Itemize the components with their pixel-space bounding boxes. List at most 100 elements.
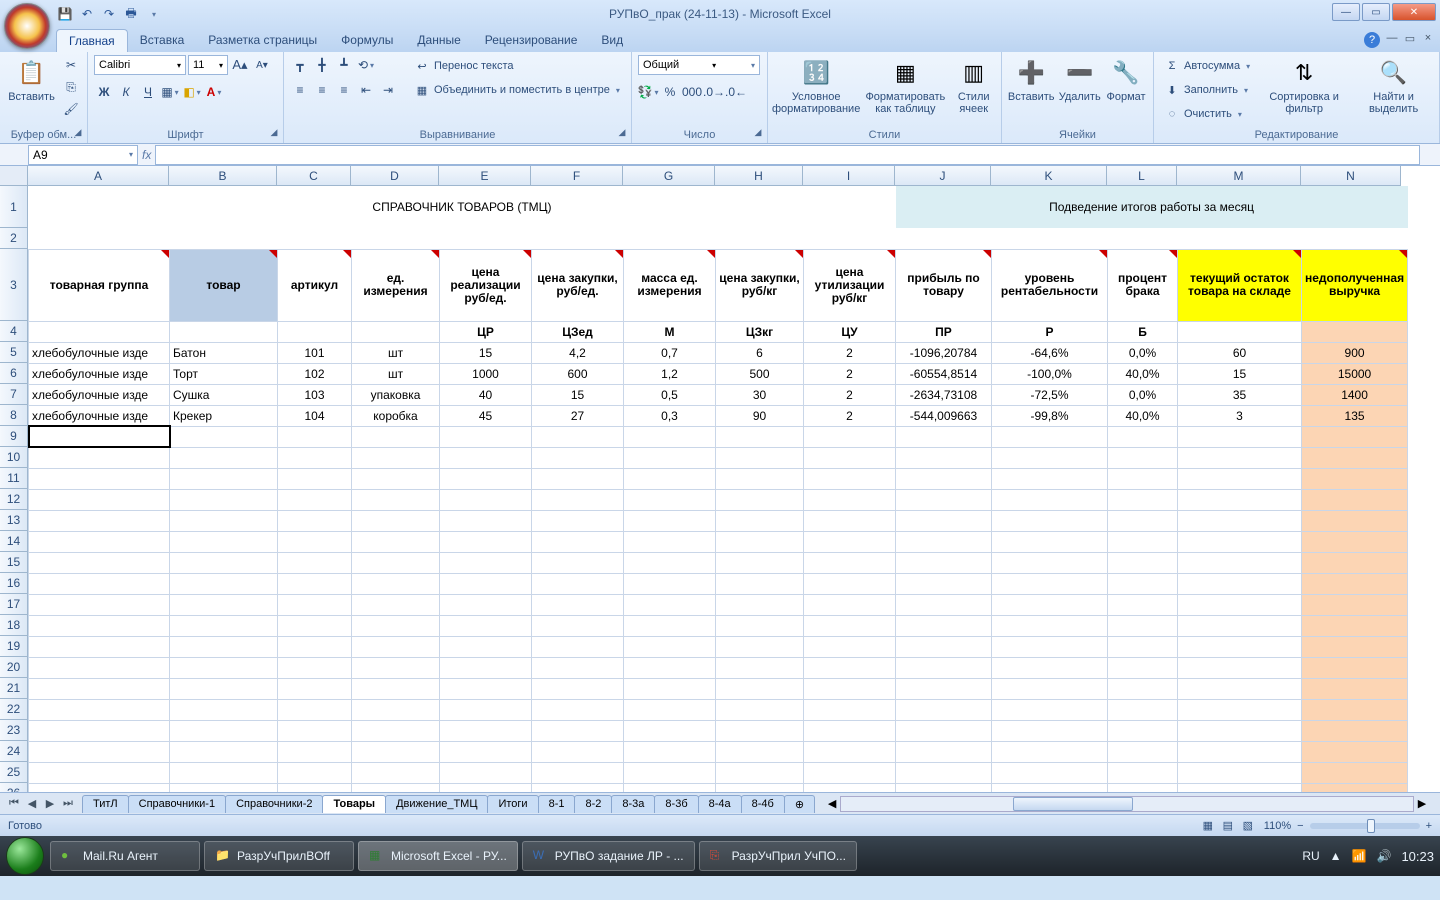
row-header[interactable]: 18 (0, 615, 28, 636)
bold-button[interactable]: Ж (94, 82, 114, 102)
column-header[interactable]: M (1177, 166, 1301, 186)
ribbon-tab[interactable]: Главная (56, 29, 128, 52)
format-cells-button[interactable]: 🔧Формат (1105, 55, 1147, 105)
qat-customize-icon[interactable] (144, 5, 162, 23)
tray-flag-icon[interactable]: ▲ (1330, 849, 1342, 863)
align-bottom-icon[interactable]: ┻ (334, 55, 354, 75)
conditional-format-button[interactable]: 🔢Условное форматирование (774, 55, 858, 117)
wrap-text-button[interactable]: ↩Перенос текста (410, 55, 624, 77)
row-header[interactable]: 7 (0, 384, 28, 405)
find-select-button[interactable]: 🔍Найти и выделить (1354, 55, 1433, 117)
select-all-corner[interactable] (0, 166, 28, 186)
number-launcher-icon[interactable]: ◢ (751, 127, 765, 141)
percent-icon[interactable]: % (660, 82, 680, 102)
row-header[interactable]: 19 (0, 636, 28, 657)
wb-close-button[interactable]: × (1420, 32, 1436, 46)
ribbon-tab[interactable]: Вставка (128, 29, 197, 52)
row-header[interactable]: 15 (0, 552, 28, 573)
comma-icon[interactable]: 000 (682, 82, 702, 102)
taskbar-app-button[interactable]: ⎘РазрУчПрил УчПО... (699, 841, 857, 871)
number-format-combo[interactable]: Общий▾ (638, 55, 760, 75)
font-color-icon[interactable]: A (204, 82, 224, 102)
sheet-tab[interactable]: 8-4а (698, 795, 742, 813)
underline-button[interactable]: Ч (138, 82, 158, 102)
row-header[interactable]: 10 (0, 447, 28, 468)
row-header[interactable]: 14 (0, 531, 28, 552)
row-header[interactable]: 13 (0, 510, 28, 531)
font-name-combo[interactable]: Calibri▾ (94, 55, 186, 75)
zoom-out-button[interactable]: − (1297, 820, 1303, 832)
row-header[interactable]: 26 (0, 783, 28, 792)
column-header[interactable]: F (531, 166, 623, 186)
column-header[interactable]: K (991, 166, 1107, 186)
ribbon-tab[interactable]: Формулы (329, 29, 405, 52)
sheet-tab[interactable]: Товары (322, 795, 386, 813)
cells-table[interactable]: СПРАВОЧНИК ТОВАРОВ (ТМЦ)Подведение итого… (28, 186, 1408, 792)
clear-button[interactable]: ◌Очистить (1160, 103, 1254, 125)
alignment-launcher-icon[interactable]: ◢ (615, 127, 629, 141)
shrink-font-icon[interactable]: A▾ (252, 55, 272, 75)
column-header[interactable]: A (28, 166, 169, 186)
help-icon[interactable]: ? (1364, 32, 1380, 48)
row-header[interactable]: 20 (0, 657, 28, 678)
ribbon-tab[interactable]: Вид (589, 29, 635, 52)
paste-button[interactable]: 📋 Вставить (6, 55, 57, 105)
save-icon[interactable]: 💾 (56, 5, 74, 23)
merge-center-button[interactable]: ▦Объединить и поместить в центре (410, 79, 624, 101)
sheet-tab[interactable]: 8-2 (574, 795, 612, 813)
row-headers[interactable]: 1234567891011121314151617181920212223242… (0, 186, 28, 792)
row-header[interactable]: 2 (0, 228, 28, 249)
close-button[interactable]: ✕ (1392, 3, 1436, 21)
fill-color-icon[interactable]: ◧ (182, 82, 202, 102)
column-header[interactable]: C (277, 166, 351, 186)
copy-icon[interactable]: ⎘ (61, 77, 81, 97)
grow-font-icon[interactable]: A▴ (230, 55, 250, 75)
align-right-icon[interactable]: ≡ (334, 80, 354, 100)
align-middle-icon[interactable]: ╋ (312, 55, 332, 75)
sheet-tab[interactable]: Итоги (487, 795, 538, 813)
wb-minimize-button[interactable]: — (1384, 32, 1400, 46)
clock[interactable]: 10:23 (1401, 849, 1434, 864)
font-size-combo[interactable]: 11▾ (188, 55, 228, 75)
maximize-button[interactable]: ▭ (1362, 3, 1390, 21)
lang-indicator[interactable]: RU (1302, 849, 1319, 863)
fill-button[interactable]: ⬇Заполнить (1160, 79, 1254, 101)
row-header[interactable]: 12 (0, 489, 28, 510)
row-header[interactable]: 16 (0, 573, 28, 594)
view-buttons[interactable]: ▦▤▧ (1198, 819, 1258, 832)
italic-button[interactable]: К (116, 82, 136, 102)
sheet-tab[interactable]: Справочники-1 (128, 795, 226, 813)
row-header[interactable]: 6 (0, 363, 28, 384)
taskbar-app-button[interactable]: ▦Microsoft Excel - РУ... (358, 841, 518, 871)
increase-decimal-icon[interactable]: .0→ (704, 82, 724, 102)
row-header[interactable]: 22 (0, 699, 28, 720)
border-icon[interactable]: ▦ (160, 82, 180, 102)
undo-icon[interactable]: ↶ (78, 5, 96, 23)
name-box[interactable]: A9▾ (28, 145, 138, 165)
sheet-tab[interactable]: 8-4б (741, 795, 785, 813)
row-header[interactable]: 17 (0, 594, 28, 615)
increase-indent-icon[interactable]: ⇥ (378, 80, 398, 100)
horizontal-scrollbar[interactable]: ◀ ▶ (824, 796, 1430, 812)
formula-input[interactable] (155, 145, 1420, 165)
tray-network-icon[interactable]: 📶 (1352, 849, 1367, 863)
column-header[interactable]: E (439, 166, 531, 186)
sheet-tab[interactable]: Движение_ТМЦ (385, 795, 488, 813)
cell-styles-button[interactable]: ▥Стили ячеек (952, 55, 995, 117)
system-tray[interactable]: RU ▲ 📶 🔊 10:23 (1302, 849, 1434, 864)
ribbon-tab[interactable]: Рецензирование (473, 29, 590, 52)
row-header[interactable]: 5 (0, 342, 28, 363)
sheet-tab[interactable]: 8-1 (538, 795, 576, 813)
taskbar-app-button[interactable]: ●Mail.Ru Агент (50, 841, 200, 871)
column-header[interactable]: D (351, 166, 439, 186)
column-header[interactable]: N (1301, 166, 1401, 186)
column-header[interactable]: G (623, 166, 715, 186)
row-header[interactable]: 1 (0, 186, 28, 228)
row-header[interactable]: 24 (0, 741, 28, 762)
cut-icon[interactable]: ✂ (61, 55, 81, 75)
column-header[interactable]: H (715, 166, 803, 186)
sheet-nav-arrows[interactable]: ⏮◀▶⏭ (6, 797, 76, 810)
row-header[interactable]: 4 (0, 321, 28, 342)
column-header[interactable]: I (803, 166, 895, 186)
minimize-button[interactable]: — (1332, 3, 1360, 21)
